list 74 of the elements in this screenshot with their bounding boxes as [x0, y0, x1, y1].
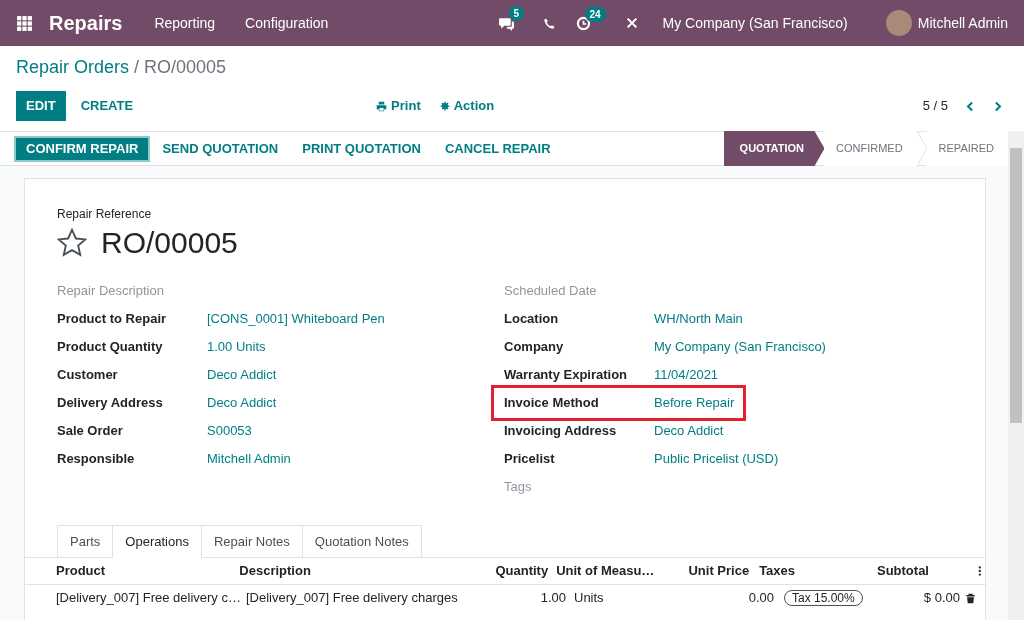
column-header[interactable]: Unit of Measu… [548, 561, 669, 581]
field-label: Warranty Expiration [504, 366, 629, 385]
delete-icon[interactable] [965, 592, 976, 604]
menu-item[interactable]: Reporting [154, 12, 216, 34]
record-title: RO/00005 [101, 225, 238, 261]
header-button[interactable]: SEND QUOTATION [152, 135, 289, 162]
column-header[interactable]: Subtotal [840, 561, 929, 581]
table-cell-text: 0.00 [747, 589, 774, 608]
field-label: Sale Order [57, 422, 124, 441]
breadcrumb-link[interactable]: Repair Orders [16, 53, 130, 81]
action-button[interactable]: Action [439, 96, 495, 116]
header-button[interactable]: CANCEL REPAIR [434, 135, 561, 162]
field-value[interactable]: Deco Addict [654, 421, 724, 441]
field-label: Delivery Address [57, 394, 164, 413]
field-value[interactable]: My Company (San Francisco) [654, 337, 826, 357]
form-tab[interactable]: Parts [57, 525, 114, 558]
scrollbar[interactable] [1008, 131, 1024, 620]
field-value[interactable]: 1.00 Units [207, 337, 266, 357]
edit-button[interactable]: EDIT [16, 91, 66, 121]
user-menu[interactable]: Mitchell Admin [917, 12, 1008, 34]
field-label: Tags [504, 478, 532, 497]
table-cell-text: $ 0.00 [922, 589, 960, 608]
field-label: Invoice Method [504, 394, 600, 413]
star-icon[interactable] [57, 228, 87, 258]
pager-value: 5 / 5 [922, 97, 948, 116]
field-label: Product to Repair [57, 310, 168, 329]
printer-icon[interactable] [376, 100, 388, 112]
message-count-badge: 5 [508, 5, 525, 21]
header-button[interactable]: PRINT QUOTATION [292, 135, 431, 162]
field-value[interactable]: [CONS_0001] Whiteboard Pen [207, 309, 385, 329]
column-header[interactable]: Description [239, 561, 464, 581]
field-value[interactable]: Public Pricelist (USD) [654, 449, 779, 469]
stage-chevron-icon [813, 131, 824, 166]
field-label: Customer [57, 366, 119, 385]
header-button[interactable]: CONFIRM REPAIR [14, 135, 151, 162]
column-header[interactable]: Taxes [749, 561, 841, 581]
field-value[interactable]: WH/North Main [654, 309, 743, 329]
table-cell-text: Units [573, 589, 605, 608]
field-value[interactable]: Deco Addict [207, 365, 277, 385]
gear-icon[interactable] [439, 101, 450, 111]
breadcrumb-current: RO/00005 [144, 55, 227, 79]
activity-count-badge: 24 [584, 6, 606, 22]
table-cell-text: [Delivery_007] Free delivery charges [246, 589, 459, 608]
table-cell-text: 1.00 [539, 589, 566, 608]
create-button[interactable]: CREATE [65, 91, 149, 121]
field-label: Invoicing Address [504, 422, 618, 441]
menu-item[interactable]: Configuration [245, 12, 329, 34]
field-label: Scheduled Date [504, 282, 597, 301]
form-tab[interactable]: Quotation Notes [301, 525, 422, 558]
field-label: Pricelist [504, 450, 556, 469]
column-header[interactable]: Product [56, 561, 240, 581]
field-value[interactable]: 11/04/2021 [654, 365, 719, 385]
field-label: Company [504, 338, 565, 357]
breadcrumb-separator: / [134, 55, 140, 79]
app-title[interactable]: Repairs [49, 8, 123, 38]
field-value[interactable]: Mitchell Admin [207, 449, 291, 469]
field-label: Repair Description [57, 282, 164, 301]
company-switcher[interactable]: My Company (San Francisco) [662, 12, 848, 34]
field-value[interactable]: Before Repair [654, 393, 735, 413]
apps-menu-icon[interactable] [16, 14, 33, 32]
field-label: Location [504, 310, 560, 329]
phone-icon[interactable] [542, 16, 556, 30]
table-cell-text: [Delivery_007] Free delivery c… [56, 589, 242, 608]
form-tab[interactable]: Repair Notes [200, 525, 303, 558]
form-tab[interactable]: Operations [112, 525, 202, 558]
print-button[interactable]: Print [376, 96, 421, 116]
column-header[interactable]: Unit Price [668, 561, 750, 581]
field-label: Product Quantity [57, 338, 164, 357]
clock-icon[interactable] [575, 15, 591, 31]
field-label: Responsible [57, 450, 136, 469]
column-header[interactable]: Quantity [463, 561, 549, 581]
field-value[interactable]: Deco Addict [207, 393, 277, 413]
field-value[interactable]: S00053 [207, 421, 252, 441]
field-label: Repair Reference [57, 206, 153, 223]
